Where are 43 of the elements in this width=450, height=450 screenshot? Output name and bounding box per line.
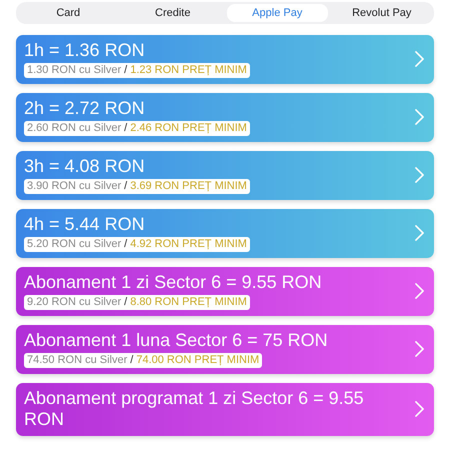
minimum-price: 74.00 RON PREȚ MINIM (136, 353, 260, 368)
price-option-card[interactable]: 3h = 4.08 RON 3.90 RON cu Silver / 3.69 RON PREȚ MINIM (16, 151, 434, 200)
option-title: 3h = 4.08 RON (24, 156, 145, 177)
member-price: 5.20 RON cu Silver (27, 237, 122, 252)
member-price: 74.50 RON cu Silver (27, 353, 128, 368)
chevron-right-icon (415, 401, 424, 417)
chevron-right-icon (415, 167, 424, 183)
separator: / (124, 121, 128, 136)
separator: / (124, 237, 128, 252)
option-title: Abonament 1 zi Sector 6 = 9.55 RON (24, 272, 322, 293)
payment-tab[interactable]: Card (18, 4, 118, 22)
price-option-card[interactable]: 2h = 2.72 RON 2.60 RON cu Silver / 2.46 RON PREȚ MINIM (16, 93, 434, 142)
price-option-card[interactable]: Abonament programat 1 zi Sector 6 = 9.55 RON (16, 383, 434, 436)
minimum-price: 8.80 RON PREȚ MINIM (130, 295, 247, 310)
payment-tab[interactable]: Apple Pay (227, 4, 328, 22)
option-title: 1h = 1.36 RON (24, 40, 145, 61)
separator: / (130, 353, 134, 368)
member-price: 1.30 RON cu Silver (27, 63, 122, 78)
chevron-right-icon (415, 51, 424, 67)
option-title: Abonament programat 1 zi Sector 6 = 9.55 RON (24, 388, 365, 430)
price-option-card[interactable]: Abonament 1 luna Sector 6 = 75 RON 74.50 RON cu Silver / 74.00 RON PREȚ MINIM (16, 325, 434, 374)
price-option-card[interactable]: 4h = 5.44 RON 5.20 RON cu Silver / 4.92 RON PREȚ MINIM (16, 209, 434, 258)
chevron-right-icon (415, 225, 424, 241)
option-title: Abonament 1 luna Sector 6 = 75 RON (24, 330, 328, 351)
payment-tab[interactable]: Revolut Pay (332, 4, 432, 22)
option-title: 4h = 5.44 RON (24, 214, 145, 235)
chevron-right-icon (415, 283, 424, 299)
payment-tab[interactable]: Credite (122, 4, 223, 22)
member-price: 3.90 RON cu Silver (27, 179, 122, 194)
minimum-price: 3.69 RON PREȚ MINIM (130, 179, 247, 194)
minimum-price: 4.92 RON PREȚ MINIM (130, 237, 247, 252)
option-title: 2h = 2.72 RON (24, 98, 145, 119)
price-option-card[interactable]: Abonament 1 zi Sector 6 = 9.55 RON 9.20 RON cu Silver / 8.80 RON PREȚ MINIM (16, 267, 434, 316)
minimum-price: 2.46 RON PREȚ MINIM (130, 121, 247, 136)
chevron-right-icon (415, 109, 424, 125)
price-option-card[interactable]: 1h = 1.36 RON 1.30 RON cu Silver / 1.23 RON PREȚ MINIM (16, 35, 434, 84)
member-price: 9.20 RON cu Silver (27, 295, 122, 310)
minimum-price: 1.23 RON PREȚ MINIM (130, 63, 247, 78)
separator: / (124, 295, 128, 310)
chevron-right-icon (415, 341, 424, 357)
separator: / (124, 63, 128, 78)
separator: / (124, 179, 128, 194)
member-price: 2.60 RON cu Silver (27, 121, 122, 136)
